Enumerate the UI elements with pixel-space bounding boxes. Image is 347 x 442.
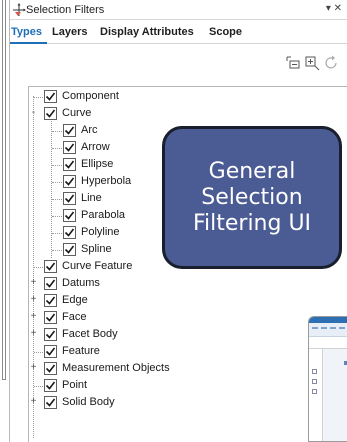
checkbox[interactable]	[63, 124, 76, 137]
tree-connector	[52, 233, 62, 234]
tree-connector	[52, 250, 62, 251]
tree-item-label: Feature	[62, 345, 100, 357]
tree-connector	[52, 199, 62, 200]
expand-icon[interactable]: +	[29, 278, 38, 288]
tree-item-label: Spline	[81, 243, 112, 255]
callout-line: General	[208, 158, 296, 184]
expand-all-icon[interactable]	[304, 55, 320, 71]
reset-icon[interactable]	[324, 55, 340, 71]
tree-item-label: Ellipse	[81, 158, 114, 170]
tree-connector	[34, 352, 43, 353]
checkbox[interactable]	[44, 328, 57, 341]
tab-types[interactable]: Types	[11, 26, 42, 38]
collapse-icon[interactable]: -	[29, 108, 38, 118]
checkbox[interactable]	[44, 277, 57, 290]
checkbox[interactable]	[44, 260, 57, 273]
annotation-callout: General Selection Filtering UI	[162, 126, 342, 269]
checkbox[interactable]	[44, 362, 57, 375]
callout-line: Filtering UI	[192, 210, 312, 236]
tree-row[interactable]: Component	[29, 89, 347, 105]
callout-line: Selection	[201, 184, 303, 210]
tree-item-label: Curve	[62, 107, 92, 119]
checkbox[interactable]	[44, 294, 57, 307]
expand-icon[interactable]: +	[29, 363, 38, 373]
tree-row[interactable]: Feature	[29, 344, 347, 360]
tree-item-label: Line	[81, 192, 102, 204]
checkbox[interactable]	[63, 158, 76, 171]
checkbox[interactable]	[44, 379, 57, 392]
tree-item-label: Datums	[62, 277, 100, 289]
screenshot-thumbnail	[308, 316, 347, 442]
collapse-all-icon[interactable]	[285, 55, 301, 71]
tree-item-label: Parabola	[81, 209, 126, 221]
tree-row[interactable]: + Face	[29, 310, 347, 326]
panel-title: Selection Filters	[26, 4, 105, 16]
tree-item-label: Hyperbola	[81, 175, 132, 187]
tree-connector	[52, 182, 62, 183]
tree-item-label: Measurement Objects	[62, 362, 170, 374]
expand-icon[interactable]: +	[29, 397, 38, 407]
checkbox[interactable]	[44, 107, 57, 120]
expand-icon[interactable]: +	[29, 312, 38, 322]
checkbox[interactable]	[63, 175, 76, 188]
tree-row[interactable]: + Solid Body	[29, 395, 347, 411]
tab-strip: Types Layers Display Attributes Scope	[10, 20, 347, 44]
tree-connector	[52, 131, 62, 132]
tree-item-label: Edge	[62, 294, 88, 306]
thumbnail-sidebar	[309, 349, 323, 441]
tree-item-label: Arc	[81, 124, 98, 136]
checkbox[interactable]	[44, 311, 57, 324]
checkbox[interactable]	[44, 396, 57, 409]
checkbox[interactable]	[44, 90, 57, 103]
tab-layers[interactable]: Layers	[52, 26, 87, 38]
tree-toolbar	[10, 44, 347, 84]
checkbox[interactable]	[63, 226, 76, 239]
expand-icon[interactable]: +	[29, 295, 38, 305]
tree-connector	[52, 148, 62, 149]
tree-item-label: Polyline	[81, 226, 120, 238]
tree-row[interactable]: Point	[29, 378, 347, 394]
tree-connector	[34, 267, 43, 268]
tree-item-label: Solid Body	[62, 396, 115, 408]
tree-row[interactable]: + Facet Body	[29, 327, 347, 343]
checkbox[interactable]	[63, 209, 76, 222]
selection-filters-panel: Selection Filters ▾ ✕ Types Layers Displ…	[9, 0, 347, 442]
tree-item-label: Face	[62, 311, 87, 323]
window-edge	[0, 0, 9, 442]
tree-row[interactable]: + Datums	[29, 276, 347, 292]
panel-menu-button[interactable]: ▾ ✕	[326, 3, 342, 14]
tree-connector	[52, 216, 62, 217]
tree-item-label: Component	[62, 90, 119, 102]
thumbnail-viewport	[324, 349, 347, 441]
tree-item-label: Facet Body	[62, 328, 118, 340]
checkbox[interactable]	[63, 192, 76, 205]
checkbox[interactable]	[63, 243, 76, 256]
tree-item-label: Arrow	[81, 141, 110, 153]
checkbox[interactable]	[44, 345, 57, 358]
tree-connector	[52, 165, 62, 166]
checkbox[interactable]	[63, 141, 76, 154]
tree-connector	[34, 386, 43, 387]
tab-scope[interactable]: Scope	[209, 26, 242, 38]
tree-connector	[34, 97, 43, 98]
tree-item-label: Point	[62, 379, 88, 391]
left-frame	[2, 0, 6, 380]
panel-titlebar: Selection Filters ▾ ✕	[10, 0, 347, 20]
tab-display-attributes[interactable]: Display Attributes	[100, 26, 194, 38]
tree-item-label: Curve Feature	[62, 260, 133, 272]
expand-icon[interactable]: +	[29, 329, 38, 339]
selection-filter-icon	[12, 3, 26, 17]
thumbnail-toolbar	[309, 337, 347, 349]
thumbnail-ribbon	[309, 323, 347, 337]
tree-row[interactable]: + Edge	[29, 293, 347, 309]
tree-row[interactable]: - Curve	[29, 106, 347, 122]
tree-row[interactable]: + Measurement Objects	[29, 361, 347, 377]
